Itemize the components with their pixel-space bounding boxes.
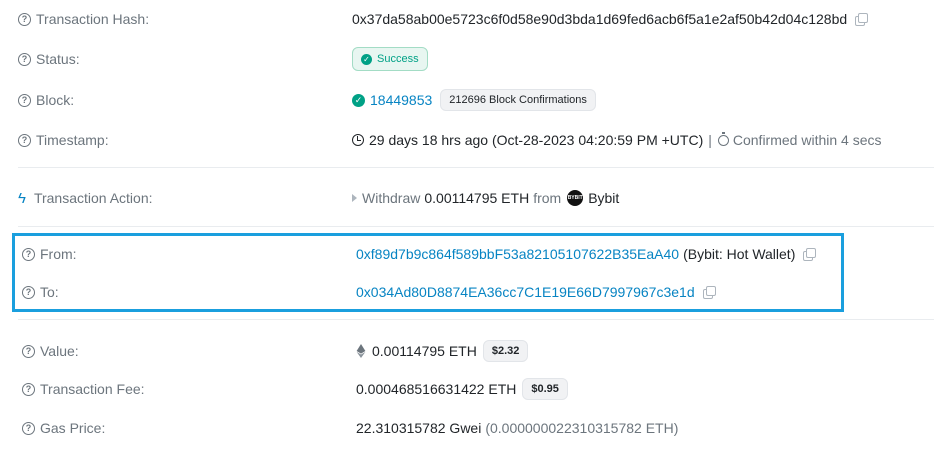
clock-icon — [352, 134, 364, 146]
status-label: Status: — [36, 51, 80, 67]
value-usd-badge: $2.32 — [482, 340, 529, 362]
action-exchange[interactable]: Bybit — [588, 190, 619, 206]
divider — [18, 226, 934, 227]
help-icon[interactable]: ? — [18, 133, 31, 147]
copy-icon[interactable] — [855, 13, 869, 26]
block-row: ? Block: ✓ 18449853 212696 Block Confirma… — [0, 88, 934, 112]
fee-label: Transaction Fee: — [40, 381, 145, 397]
action-from-word: from — [533, 190, 562, 206]
timestamp-label: Timestamp: — [36, 132, 109, 148]
tx-hash-row: ? Transaction Hash: 0x37da58ab00e5723c6f0… — [0, 7, 934, 31]
status-value: Success — [377, 53, 419, 65]
ethereum-icon — [356, 344, 366, 358]
value-label: Value: — [40, 343, 79, 359]
value-row: ? Value: 0.00114795 ETH $2.32 — [0, 339, 934, 363]
lightning-icon: ϟ — [18, 189, 26, 207]
action-label: Transaction Action: — [33, 190, 153, 206]
confirmations-badge: 212696 Block Confirmations — [440, 89, 596, 111]
action-row: ϟ Transaction Action: Withdraw 0.00114795… — [0, 186, 934, 210]
fee-amount: 0.000468516631422 ETH — [356, 381, 517, 397]
divider — [18, 319, 934, 320]
gas-row: ? Gas Price: 22.310315782 Gwei (0.0000000… — [0, 416, 934, 440]
block-number-link[interactable]: 18449853 — [370, 92, 432, 108]
help-icon[interactable]: ? — [22, 344, 35, 358]
help-icon[interactable]: ? — [18, 12, 31, 26]
check-circle-icon: ✓ — [352, 93, 365, 107]
block-label: Block: — [36, 92, 75, 108]
status-row: ? Status: ✓ Success — [0, 47, 934, 71]
separator: | — [708, 132, 712, 148]
tx-hash-value[interactable]: 0x37da58ab00e5723c6f0d58e90d3bda1d69fed6… — [352, 11, 847, 27]
gas-eth: (0.000000022310315782 ETH) — [485, 420, 679, 436]
value-amount: 0.00114795 ETH — [372, 343, 477, 359]
timestamp-row: ? Timestamp: 29 days 18 hrs ago (Oct-28-2… — [0, 128, 934, 152]
timestamp-value: 29 days 18 hrs ago (Oct-28-2023 04:20:59… — [369, 132, 704, 148]
gas-gwei: 22.310315782 Gwei — [356, 420, 482, 436]
tx-hash-label: Transaction Hash: — [36, 11, 150, 27]
confirmed-within: Confirmed within 4 secs — [732, 132, 882, 148]
fee-row: ? Transaction Fee: 0.000468516631422 ETH … — [0, 377, 934, 401]
check-circle-icon: ✓ — [361, 53, 372, 65]
help-icon[interactable]: ? — [18, 93, 31, 107]
status-badge: ✓ Success — [352, 47, 428, 71]
gas-label: Gas Price: — [40, 420, 106, 436]
help-icon[interactable]: ? — [22, 382, 35, 396]
caret-right-icon[interactable] — [352, 194, 357, 202]
highlight-box — [12, 233, 844, 312]
divider — [18, 167, 934, 168]
fee-usd-badge: $0.95 — [522, 378, 568, 400]
action-verb: Withdraw — [362, 190, 421, 206]
timer-icon — [717, 131, 729, 146]
action-amount: 0.00114795 ETH — [424, 190, 530, 206]
help-icon[interactable]: ? — [22, 421, 35, 435]
bybit-logo-icon: BYBIT — [567, 190, 584, 206]
help-icon[interactable]: ? — [18, 52, 31, 66]
